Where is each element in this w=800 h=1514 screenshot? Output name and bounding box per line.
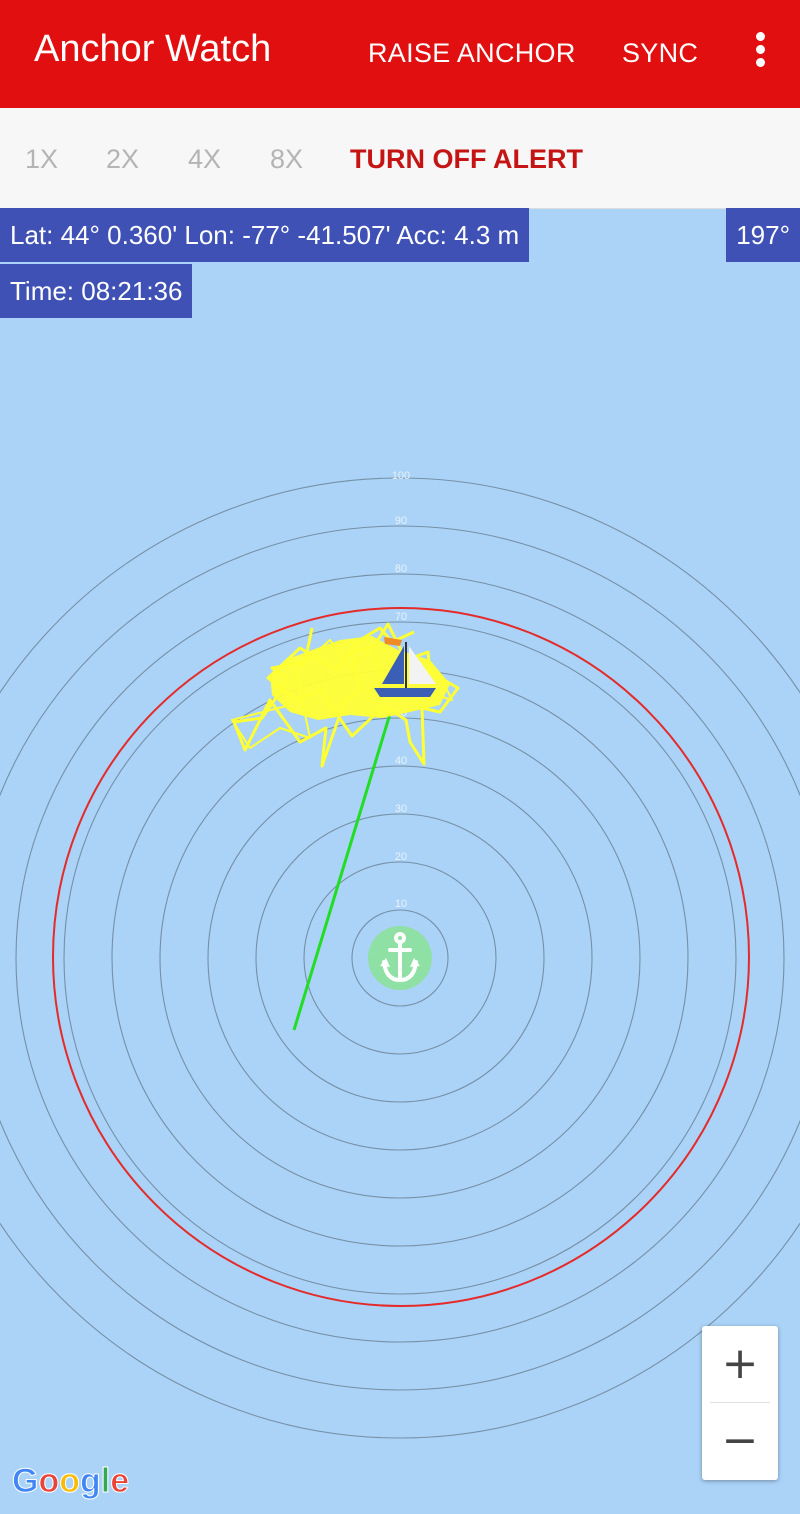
time-readout: Time: 08:21:36 bbox=[0, 264, 193, 318]
raise-anchor-button[interactable]: RAISE ANCHOR bbox=[368, 38, 576, 69]
zoom-out-button[interactable]: − bbox=[702, 1403, 778, 1479]
zoom-2x-button[interactable]: 2X bbox=[106, 144, 139, 175]
turn-off-alert-button[interactable]: TURN OFF ALERT bbox=[350, 144, 583, 175]
overflow-menu-icon[interactable] bbox=[752, 32, 768, 72]
ring-label-100: 100 bbox=[392, 470, 410, 482]
ring-label-80: 80 bbox=[395, 563, 407, 575]
ring-label-10: 10 bbox=[395, 898, 407, 910]
ring-label-30: 30 bbox=[395, 803, 407, 815]
ring-label-40: 40 bbox=[395, 755, 407, 767]
zoom-1x-button[interactable]: 1X bbox=[25, 144, 58, 175]
app-bar: Anchor Watch RAISE ANCHOR SYNC bbox=[0, 0, 800, 108]
position-readout: Lat: 44° 0.360' Lon: -77° -41.507' Acc: … bbox=[0, 208, 530, 262]
anchor-icon[interactable] bbox=[368, 926, 432, 990]
map-zoom-controls: + − bbox=[702, 1326, 778, 1480]
ring-label-70: 70 bbox=[395, 611, 407, 623]
ring-label-90: 90 bbox=[395, 515, 407, 527]
zoom-toolbar: 1X 2X 4X 8X TURN OFF ALERT bbox=[0, 108, 800, 209]
anchor-map-canvas[interactable]: 10 20 30 40 50 60 70 80 90 100 bbox=[0, 208, 800, 1514]
map-view[interactable]: 10 20 30 40 50 60 70 80 90 100 bbox=[0, 208, 800, 1514]
zoom-in-button[interactable]: + bbox=[702, 1326, 778, 1402]
sync-button[interactable]: SYNC bbox=[622, 38, 698, 69]
heading-readout: 197° bbox=[726, 208, 800, 262]
anchor-rode-line bbox=[292, 713, 392, 1031]
google-logo: Google bbox=[11, 1462, 130, 1501]
zoom-8x-button[interactable]: 8X bbox=[270, 144, 303, 175]
zoom-4x-button[interactable]: 4X bbox=[188, 144, 221, 175]
app-title: Anchor Watch bbox=[34, 28, 272, 70]
ring-label-20: 20 bbox=[395, 851, 407, 863]
